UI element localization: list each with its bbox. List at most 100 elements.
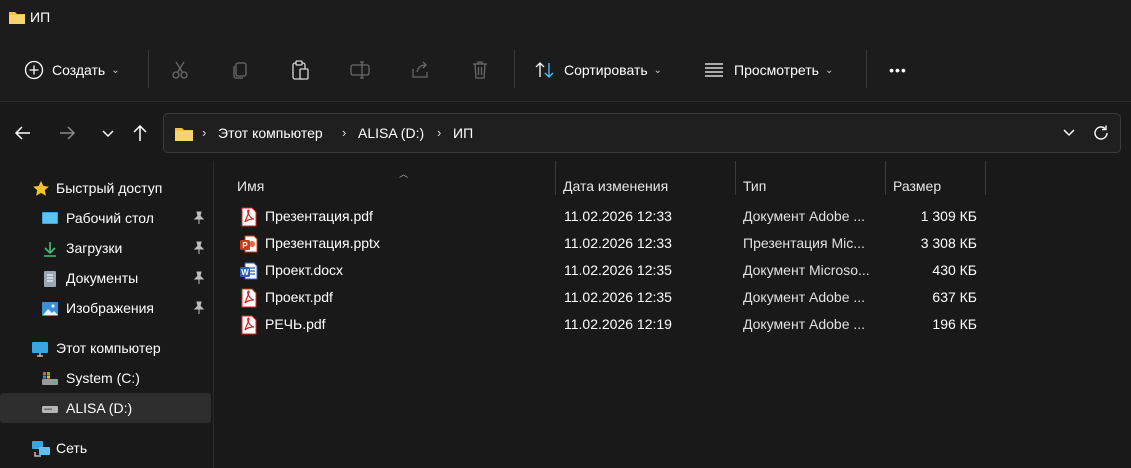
new-label: Создать [52,62,106,78]
navigation-bar: › Этот компьютер › ALISA (D:) › ИП [0,103,1131,161]
command-bar: Создать ⌄ Сортировать ⌄ Просмотреть ⌄ ••… [0,38,1131,102]
sort-icon [534,60,556,80]
file-size: 637 КБ [932,289,977,305]
file-date: 11.02.2026 12:19 [564,316,672,332]
clipboard-icon [292,60,309,80]
sidebar-item-label: Сеть [56,440,88,456]
up-button[interactable] [126,119,154,147]
copy-icon [233,62,247,79]
forward-button[interactable] [53,119,81,147]
share-icon [412,61,428,78]
separator [514,50,515,88]
refresh-icon [1094,125,1108,140]
address-dropdown-button[interactable] [1062,125,1076,142]
recent-locations-button[interactable] [94,119,122,147]
pdf-icon [240,288,258,308]
file-size: 196 КБ [932,316,977,332]
share-button[interactable] [404,54,436,86]
sidebar-item-label: Рабочий стол [66,210,154,226]
pictures-icon [41,300,59,318]
sort-button[interactable]: Сортировать ⌄ [530,50,680,90]
chevron-down-icon: ⌄ [653,64,663,76]
column-header-date[interactable]: Дата изменения [555,169,735,203]
file-list: ︿ Имя Дата изменения Тип Размер Презента… [215,161,1131,468]
file-size: 3 308 КБ [920,235,977,251]
chevron-right-icon: › [437,125,442,140]
sidebar-item-network[interactable]: Сеть [0,433,211,463]
file-name: РЕЧЬ.pdf [265,316,326,332]
sidebar-item-label: Этот компьютер [56,340,161,356]
file-date: 11.02.2026 12:35 [564,289,672,305]
cut-button[interactable] [164,54,196,86]
file-name: Презентация.pptx [265,235,380,251]
sidebar-item-downloads[interactable]: Загрузки [0,233,211,263]
file-type: Документ Adobe ... [743,208,866,224]
breadcrumb-this-pc[interactable]: Этот компьютер [218,125,323,141]
sort-label: Сортировать [564,62,648,78]
sidebar-item-drive-c[interactable]: System (C:) [0,363,211,393]
column-header-type[interactable]: Тип [735,169,885,203]
column-header-label: Имя [237,178,265,194]
sidebar-item-label: Загрузки [66,240,123,256]
view-label: Просмотреть [734,62,819,78]
navigation-pane: Быстрый доступ Рабочий стол Загрузки Док… [0,161,214,468]
sidebar-item-label: System (C:) [66,370,140,386]
sidebar-item-pictures[interactable]: Изображения [0,293,211,323]
file-name: Проект.docx [265,262,344,278]
column-header-name[interactable]: ︿ Имя [229,169,555,203]
arrow-right-icon [60,126,76,140]
pptx-icon: P [240,234,258,254]
column-divider[interactable] [985,161,986,195]
chevron-down-icon [102,130,114,138]
chevron-down-icon: ⌄ [111,64,120,76]
sidebar-item-label: Быстрый доступ [56,180,163,196]
rename-button[interactable] [344,54,376,86]
file-date: 11.02.2026 12:33 [564,208,672,224]
drive-icon [41,400,59,418]
copy-button[interactable] [224,54,256,86]
separator [866,50,867,88]
file-row[interactable]: Презентация.pdf 11.02.2026 12:33 Докумен… [231,203,991,230]
breadcrumb-current-folder[interactable]: ИП [453,125,473,141]
view-button[interactable]: Просмотреть ⌄ [700,50,850,90]
svg-text:P: P [242,241,248,250]
pin-icon [193,211,205,228]
chevron-down-icon: ⌄ [824,64,834,76]
sidebar-item-drive-d[interactable]: ALISA (D:) [0,393,211,423]
back-button[interactable] [9,119,37,147]
documents-icon [42,270,60,288]
file-name: Презентация.pdf [265,208,373,224]
refresh-button[interactable] [1092,124,1110,145]
file-type: Презентация Mic... [743,235,865,251]
desktop-icon [41,210,59,228]
column-header-size[interactable]: Размер [885,169,985,203]
file-row[interactable]: P Презентация.pptx 11.02.2026 12:33 През… [231,230,991,257]
title-bar: ИП [0,0,1131,38]
sidebar-item-quick-access[interactable]: Быстрый доступ [0,173,211,203]
breadcrumb-drive[interactable]: ALISA (D:) [358,125,424,141]
file-row[interactable]: Проект.pdf 11.02.2026 12:35 Документ Ado… [231,284,991,311]
file-row[interactable]: W Проект.docx 11.02.2026 12:35 Документ … [231,257,991,284]
file-row[interactable]: РЕЧЬ.pdf 11.02.2026 12:19 Документ Adobe… [231,311,991,338]
arrow-left-icon [14,126,30,140]
sort-caret-icon: ︿ [399,169,409,179]
more-options-button[interactable]: ••• [880,50,916,90]
pin-icon [193,271,205,288]
address-bar[interactable]: › Этот компьютер › ALISA (D:) › ИП [163,113,1121,153]
sidebar-item-label: ALISA (D:) [66,400,133,416]
sidebar-item-documents[interactable]: Документы [0,263,211,293]
view-list-icon [704,62,724,78]
docx-icon: W [240,261,258,281]
file-size: 430 КБ [932,262,977,278]
system-drive-icon [41,370,59,388]
chevron-right-icon: › [202,125,207,140]
sidebar-item-label: Документы [66,270,139,286]
separator [148,50,149,88]
new-button[interactable]: Создать ⌄ [18,50,132,90]
delete-button[interactable] [464,54,496,86]
paste-button[interactable] [284,54,316,86]
file-type: Документ Adobe ... [743,289,866,305]
rename-icon [350,61,370,79]
sidebar-item-desktop[interactable]: Рабочий стол [0,203,211,233]
sidebar-item-this-pc[interactable]: Этот компьютер [0,333,211,363]
